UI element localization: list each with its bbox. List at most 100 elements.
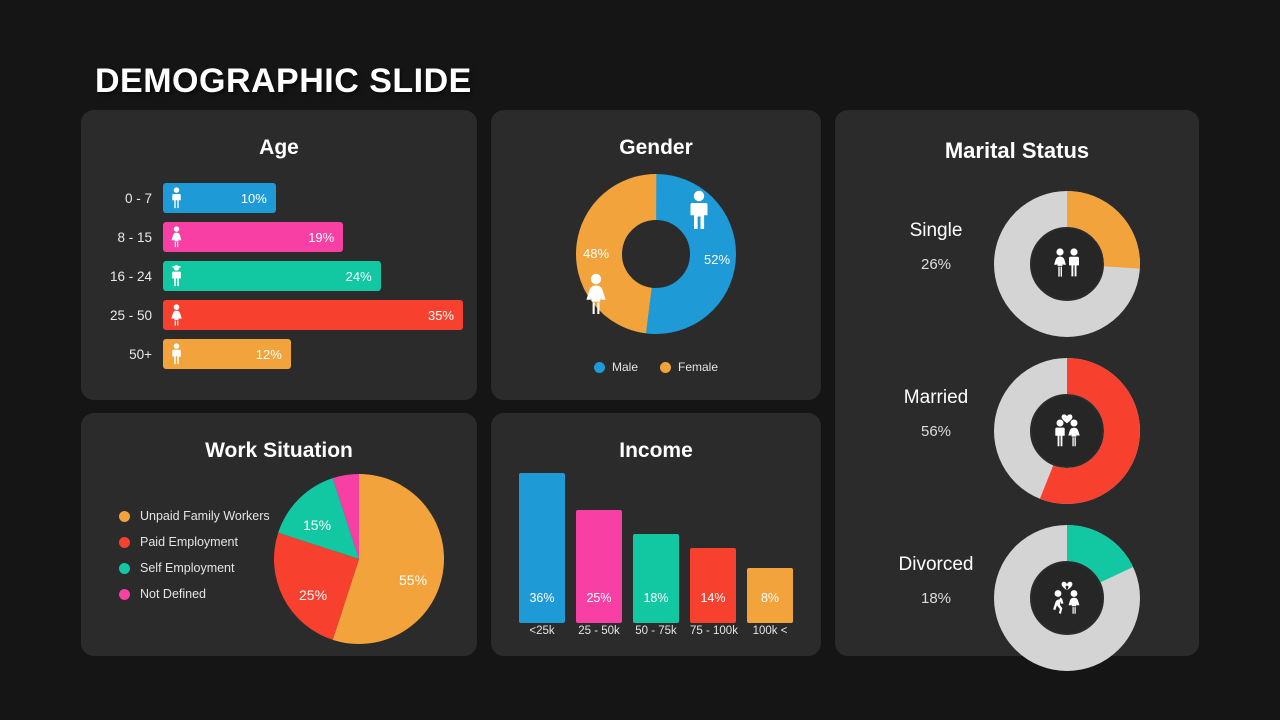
work-legend: Unpaid Family Workers Paid Employment Self…: [119, 509, 270, 613]
marital-ring-chart[interactable]: [993, 357, 1141, 505]
age-value-label: 10%: [240, 190, 267, 206]
legend-dot-icon: [593, 361, 605, 373]
marital-card-title: Marital Status: [944, 138, 1090, 163]
marital-label-group: Divorced 18%: [861, 554, 1011, 607]
income-value-label: 25%: [586, 591, 612, 605]
marital-value-label: 26%: [920, 256, 952, 273]
income-column: 14%: [690, 547, 736, 623]
income-column: 18%: [633, 534, 679, 623]
age-card-title: Age: [259, 136, 299, 159]
income-value-label: 18%: [643, 591, 669, 605]
age-row: 50+ 12%: [91, 338, 477, 370]
gender-legend-label: Male: [611, 360, 638, 374]
income-column: 25%: [576, 510, 622, 623]
teen-icon: [170, 265, 183, 287]
gender-legend-label: Female: [678, 360, 719, 374]
age-category-label: 50+: [129, 346, 152, 362]
work-card-title: Work Situation: [205, 439, 353, 462]
age-bar[interactable]: 24%: [163, 261, 381, 291]
legend-dot-icon: [119, 588, 130, 600]
income-bars: 36% 25% 18% 14% 8%: [491, 473, 821, 623]
legend-dot-icon: [119, 510, 130, 522]
work-legend-label: Unpaid Family Workers: [140, 509, 270, 523]
single-couple-glyph: [1054, 248, 1079, 277]
age-category-label: 8 - 15: [117, 229, 152, 245]
work-pie-chart: Unpaid Family Workers Paid Employment Self…: [81, 473, 477, 653]
age-bar[interactable]: 19%: [163, 222, 344, 252]
income-bar[interactable]: 14%: [690, 547, 736, 623]
age-row: 8 - 15 19%: [91, 221, 477, 253]
gender-card: Gender 52% 48% Male Female: [491, 110, 821, 400]
marital-category-label: Married: [903, 387, 969, 408]
gender-legend: Male Female: [491, 360, 821, 374]
work-legend-item[interactable]: Not Defined: [119, 587, 270, 601]
marital-status-card: Marital Status Single 26% Married 56% Divorc…: [835, 110, 1199, 671]
marital-label-group: Married 56%: [861, 387, 1011, 440]
income-category-label: <25k: [529, 625, 555, 637]
income-value-label: 36%: [529, 591, 555, 605]
adult-icon: [170, 304, 183, 326]
legend-dot-icon: [119, 536, 130, 548]
age-bar[interactable]: 35%: [163, 300, 463, 330]
work-legend-item[interactable]: Unpaid Family Workers: [119, 509, 270, 523]
work-situation-card: Work Situation Unpaid Family Workers Paid…: [81, 413, 477, 656]
income-bar[interactable]: 18%: [633, 534, 679, 623]
male-figure-icon: [690, 190, 708, 229]
female-figure-icon: [586, 273, 606, 314]
income-category-label: 25 - 50k: [578, 625, 620, 637]
age-value-label: 19%: [308, 229, 335, 245]
gender-legend-item[interactable]: Female: [660, 360, 718, 374]
income-card: Income 36% 25% 18% 14% 8% <25k 25 - 50k 50 - 7…: [491, 413, 821, 656]
marital-row: Divorced 18%: [835, 520, 1199, 675]
work-slice-value-0: 55%: [399, 572, 428, 588]
legend-dot-icon: [119, 562, 130, 574]
work-legend-label: Paid Employment: [140, 535, 238, 549]
income-card-title: Income: [619, 439, 693, 462]
marital-value-label: 56%: [920, 423, 952, 440]
age-value-label: 12%: [255, 346, 282, 362]
age-bar-chart: 0 - 7 10% 8 - 15 19% 16 - 24 24% 25 - 50 35% 50+…: [81, 182, 477, 370]
age-card: Age 0 - 7 10% 8 - 15 19% 16 - 24 24% 25 - 50 35…: [81, 110, 477, 400]
income-bar[interactable]: 8%: [747, 567, 793, 623]
age-category-label: 0 - 7: [124, 190, 152, 206]
marital-label-group: Single 26%: [861, 220, 1011, 273]
marital-value-label: 18%: [920, 590, 952, 607]
married-couple-heart-icon: [1032, 396, 1102, 466]
income-axis-labels: <25k 25 - 50k 50 - 75k 75 - 100k 100k <: [491, 625, 821, 645]
single-couple-icon: [1032, 229, 1102, 299]
gender-donut-chart: 52% 48% Male Female: [491, 168, 821, 374]
girl-icon: [170, 226, 183, 248]
age-row: 0 - 7 10%: [91, 182, 477, 214]
gender-card-title: Gender: [619, 136, 693, 159]
income-bar[interactable]: 36%: [519, 473, 565, 623]
marital-category-label: Single: [909, 220, 963, 241]
gender-male-value: 52%: [704, 252, 731, 267]
marital-category-label: Divorced: [898, 554, 974, 575]
marital-row: Single 26%: [835, 186, 1199, 341]
marital-ring-chart[interactable]: [993, 190, 1141, 338]
income-category-label: 50 - 75k: [635, 625, 677, 637]
page-title: DEMOGRAPHIC SLIDE: [95, 62, 472, 100]
age-value-label: 24%: [345, 268, 372, 284]
marital-ring-chart[interactable]: [993, 524, 1141, 672]
age-value-label: 35%: [427, 307, 454, 323]
age-row: 16 - 24 24%: [91, 260, 477, 292]
age-bar[interactable]: 10%: [163, 183, 276, 213]
married-couple-heart-glyph: [1055, 414, 1080, 447]
work-legend-label: Self Employment: [140, 561, 235, 575]
income-column: 8%: [747, 567, 793, 623]
divorced-couple-broken-heart-glyph: [1053, 581, 1080, 614]
income-bar[interactable]: 25%: [576, 510, 622, 623]
divorced-couple-broken-heart-icon: [1032, 563, 1102, 633]
demographic-slide: DEMOGRAPHIC SLIDE Age 0 - 7 10% 8 - 15 19% 1…: [0, 0, 1280, 720]
work-legend-item[interactable]: Paid Employment: [119, 535, 270, 549]
marital-ring-charts: Single 26% Married 56% Divorced 18%: [835, 186, 1199, 675]
gender-legend-item[interactable]: Male: [593, 360, 638, 374]
work-pie-svg: [274, 474, 444, 644]
income-category-label: 100k <: [752, 625, 788, 637]
income-bar-chart: 36% 25% 18% 14% 8% <25k 25 - 50k 50 - 75k 75 - …: [491, 471, 821, 651]
age-bar[interactable]: 12%: [163, 339, 291, 369]
work-legend-item[interactable]: Self Employment: [119, 561, 270, 575]
senior-icon: [170, 343, 183, 365]
income-column: 36%: [519, 473, 565, 623]
